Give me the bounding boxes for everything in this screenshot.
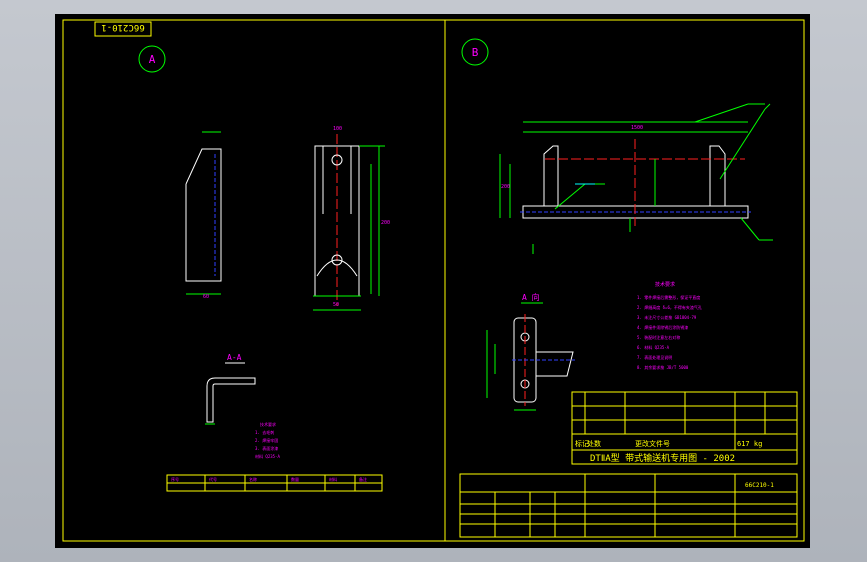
svg-text:7. 表面处理见说明: 7. 表面处理见说明 [637,354,672,360]
svg-text:更改文件号: 更改文件号 [635,439,670,448]
section-aa-profile [206,377,256,423]
svg-text:5. 装配时注意左右对称: 5. 装配时注意左右对称 [637,334,680,340]
drawing-sheet[interactable]: 66C210-1 A B 60 100 200 50 A-A 技术要求 1. 去… [55,14,810,548]
left-note-4: 材料 Q235-A [255,453,280,459]
svg-text:处数: 处数 [587,439,601,448]
dim-channel-top: 100 [333,126,342,132]
title-main: DTⅡA型 带式输送机专用图 - 2002 [590,452,735,464]
drawing-number: 66C210-1 [745,482,774,489]
cad-viewport: 66C210-1 A B 60 100 200 50 A-A 技术要求 1. 去… [0,0,867,562]
mass-value: 617 kg [737,440,762,448]
notes-title: 技术要求 [655,281,675,288]
svg-text:名称: 名称 [249,476,257,482]
dim-a-bottom: 60 [203,294,209,300]
left-note-1: 1. 去毛刺 [255,429,274,435]
tech-notes: 技术要求 1. 零件焊接后需整形，保证平直度 2. 焊缝高度 δ=6，不得有夹渣… [637,281,702,370]
svg-text:8. 其余要求按 JB/T 5000: 8. 其余要求按 JB/T 5000 [637,364,689,370]
left-parts-table: 序号 代号 名称 数量 材料 备注 [166,474,383,492]
left-note-2: 2. 焊接牢固 [255,437,278,443]
svg-text:代号: 代号 [209,476,217,482]
svg-text:备注: 备注 [359,476,367,482]
svg-text:6. 材料 Q235-A: 6. 材料 Q235-A [637,344,670,350]
dim-b-height: 200 [501,184,510,190]
detail-view-label: A 向 [522,292,540,302]
dim-channel-bottom: 50 [333,302,339,308]
left-note-3: 3. 表面涂漆 [255,445,278,451]
section-label: A-A [227,353,242,362]
title-block: 标记 处数 更改文件号 617 kg DTⅡA型 带式输送机专用图 - 2002… [459,391,798,538]
svg-text:4. 焊接件须除锈后涂防锈漆: 4. 焊接件须除锈后涂防锈漆 [637,324,688,330]
dim-b-length: 1500 [631,125,643,131]
left-notes: 技术要求 1. 去毛刺 2. 焊接牢固 3. 表面涂漆 材料 Q235-A [255,421,280,459]
left-note-0: 技术要求 [260,421,276,427]
svg-text:材料: 材料 [329,476,337,482]
code-rotated: 66C210-1 [101,22,144,32]
svg-text:数量: 数量 [291,476,299,482]
svg-text:2. 焊缝高度 δ=6，不得有夹渣气孔: 2. 焊缝高度 δ=6，不得有夹渣气孔 [637,304,702,310]
view-b-label: B [472,46,479,59]
svg-text:1. 零件焊接后需整形，保证平直度: 1. 零件焊接后需整形，保证平直度 [637,294,700,300]
dim-channel-height: 200 [381,220,390,226]
part-a-profile: 60 [185,131,222,300]
detail-a-view [486,314,575,411]
svg-text:序号: 序号 [171,476,179,482]
svg-text:3. 未注尺寸公差按 GB1804-79: 3. 未注尺寸公差按 GB1804-79 [637,314,697,320]
view-a-label: A [149,53,156,66]
cad-drawing: 66C210-1 A B 60 100 200 50 A-A 技术要求 1. 去… [62,19,805,542]
part-b-assembly: 1500 200 [499,103,773,254]
part-a-channel: 100 200 50 [313,126,390,311]
